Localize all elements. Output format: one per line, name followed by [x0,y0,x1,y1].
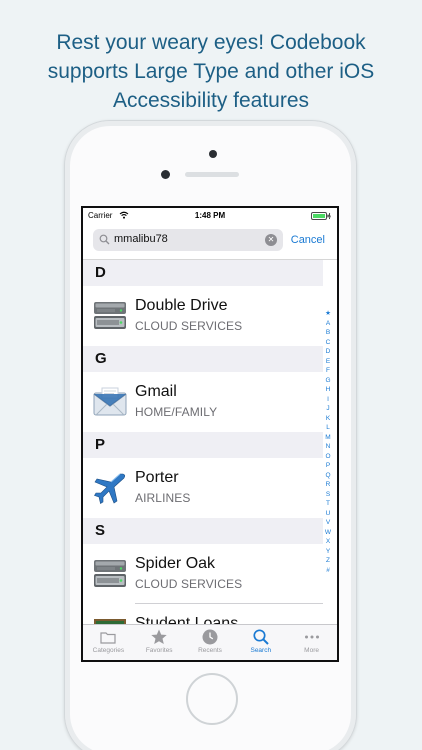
index-letter[interactable]: ★ [323,309,333,319]
clear-search-icon[interactable]: ✕ [265,234,277,246]
results-list: D Double Drive CLOUD SERVICES G Gmail HO… [83,260,323,660]
item-category: HOME/FAMILY [135,405,218,419]
index-letter[interactable]: A [323,319,333,329]
list-item-gmail[interactable]: Gmail HOME/FAMILY [83,372,323,432]
list-item-porter[interactable]: Porter AIRLINES [83,458,323,518]
headline-line-3: Accessibility features [112,89,310,112]
tab-favorites[interactable]: Favorites [134,625,185,660]
search-icon [99,234,110,245]
cancel-button[interactable]: Cancel [291,234,325,246]
section-header-d: D [83,260,323,286]
item-category: AIRLINES [135,491,191,505]
item-title: Gmail [135,383,177,400]
index-letter[interactable]: U [323,509,333,519]
status-bar: Carrier 1:48 PM [83,208,337,224]
proximity-sensor [161,170,170,179]
index-letter[interactable]: C [323,338,333,348]
app-screen: Carrier 1:48 PM mmalibu78 ✕ Cancel D Dou… [81,206,339,662]
tab-bar: Categories Favorites Recents Search More [83,624,337,660]
item-category: CLOUD SERVICES [135,319,243,333]
index-letter[interactable]: P [323,461,333,471]
index-letter[interactable]: F [323,366,333,376]
section-header-g: G [83,346,323,372]
tab-label: Favorites [145,647,173,654]
index-letter[interactable]: J [323,404,333,414]
tab-label: Search [250,647,272,654]
tab-search[interactable]: Search [235,625,286,660]
index-letter[interactable]: O [323,452,333,462]
item-title: Porter [135,469,179,486]
index-letter[interactable]: X [323,537,333,547]
index-letter[interactable]: V [323,518,333,528]
search-bar: mmalibu78 ✕ Cancel [83,224,337,260]
item-title: Double Drive [135,297,228,314]
index-letter[interactable]: K [323,414,333,424]
home-button[interactable] [186,673,238,725]
ellipsis-icon [304,635,319,639]
index-letter[interactable]: I [323,395,333,405]
index-letter[interactable]: T [323,499,333,509]
index-letter[interactable]: G [323,376,333,386]
drive-icon [94,560,126,587]
index-letter[interactable]: W [323,528,333,538]
index-letter[interactable]: R [323,480,333,490]
section-index[interactable]: ★ A B C D E F G H I J K L M N O P Q R S T U V W X Y Z # [323,309,333,575]
index-letter[interactable]: E [323,357,333,367]
index-letter[interactable]: M [323,433,333,443]
airplane-icon [94,473,126,504]
clock-icon [202,629,218,645]
earpiece-speaker [185,172,239,177]
index-letter[interactable]: B [323,328,333,338]
marketing-headline: Rest your weary eyes! Codebook supports … [0,28,422,115]
status-time: 1:48 PM [194,211,226,220]
item-category: CLOUD SERVICES [135,577,243,591]
tab-label: More [304,647,319,654]
index-letter[interactable]: # [323,566,333,576]
section-header-s: S [83,518,323,544]
search-query: mmalibu78 [114,233,168,245]
index-letter[interactable]: S [323,490,333,500]
folder-icon [100,632,116,644]
search-input[interactable]: mmalibu78 ✕ [93,229,283,251]
index-letter[interactable]: H [323,385,333,395]
index-letter[interactable]: N [323,442,333,452]
section-header-p: P [83,432,323,458]
index-letter[interactable]: Z [323,556,333,566]
star-icon [151,629,167,644]
headline-line-2: supports Large Type and other iOS [47,60,375,83]
tab-recents[interactable]: Recents [185,625,236,660]
search-icon [253,629,269,645]
mail-icon [93,387,127,416]
drive-icon [94,302,126,329]
tab-more[interactable]: More [286,625,337,660]
index-letter[interactable]: L [323,423,333,433]
tab-label: Categories [92,647,125,654]
front-camera [209,150,217,158]
index-letter[interactable]: D [323,347,333,357]
index-letter[interactable]: Y [323,547,333,557]
list-item-double-drive[interactable]: Double Drive CLOUD SERVICES [83,286,323,346]
item-title: Spider Oak [135,555,216,572]
tab-label: Recents [198,647,222,654]
headline-line-1: Rest your weary eyes! Codebook [56,31,366,54]
index-letter[interactable]: Q [323,471,333,481]
battery-icon [311,212,331,220]
list-item-spider-oak[interactable]: Spider Oak CLOUD SERVICES [83,544,323,604]
tab-categories[interactable]: Categories [83,625,134,660]
